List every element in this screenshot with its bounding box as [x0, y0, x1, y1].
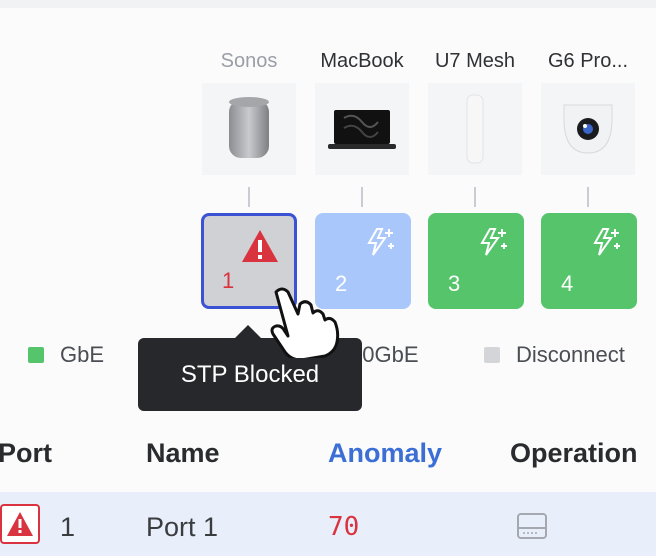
column-header-port[interactable]: Port [0, 438, 52, 469]
port-3[interactable]: 3 [428, 213, 524, 309]
tooltip-text: STP Blocked [180, 360, 320, 388]
row-port: 1 [60, 512, 76, 542]
top-divider [0, 0, 656, 8]
hand-pointer-icon [262, 284, 354, 363]
legend-swatch [28, 347, 44, 363]
legend-item-disconnect: Disconnect [484, 342, 625, 368]
device-sonos[interactable]: Sonos [199, 50, 299, 207]
legend-label: Disconnect [516, 342, 625, 367]
port-number: 1 [222, 268, 235, 293]
table-row[interactable]: 1 Port 1 70 [0, 492, 656, 556]
warning-icon [0, 504, 40, 544]
legend-swatch [484, 347, 500, 363]
lightning-icon [476, 225, 510, 264]
lightning-icon [589, 225, 623, 264]
connector-line [474, 187, 476, 207]
camera-icon [541, 83, 635, 175]
lightning-icon [363, 225, 397, 264]
connector-line [587, 187, 589, 207]
port-4[interactable]: 4 [541, 213, 637, 309]
storage-icon[interactable] [514, 510, 550, 549]
row-name: Port 1 [146, 512, 219, 542]
column-header-name[interactable]: Name [146, 438, 220, 469]
warning-icon [240, 228, 280, 269]
device-name: U7 Mesh [434, 50, 516, 72]
device-name: Sonos [220, 50, 278, 72]
device-name: G6 Pro... [547, 50, 629, 72]
legend-label: GbE [60, 342, 105, 367]
table-header: Port Name Anomaly Operation [0, 428, 656, 484]
speaker-icon [202, 83, 296, 175]
connector-line [248, 187, 250, 207]
device-name: MacBook [320, 50, 404, 72]
port-number: 3 [448, 271, 461, 296]
device-g6-pro[interactable]: G6 Pro... [538, 50, 638, 207]
connector-line [361, 187, 363, 207]
port-number: 4 [561, 271, 574, 296]
device-macbook[interactable]: MacBook [312, 50, 412, 207]
access-point-icon [428, 83, 522, 175]
column-header-anomaly[interactable]: Anomaly [328, 438, 442, 469]
legend-item-gbe: GbE [28, 342, 104, 368]
column-header-operation[interactable]: Operation [510, 438, 638, 469]
device-u7-mesh[interactable]: U7 Mesh [425, 50, 525, 207]
laptop-icon [315, 83, 409, 175]
row-anomaly: 70 [328, 512, 360, 542]
